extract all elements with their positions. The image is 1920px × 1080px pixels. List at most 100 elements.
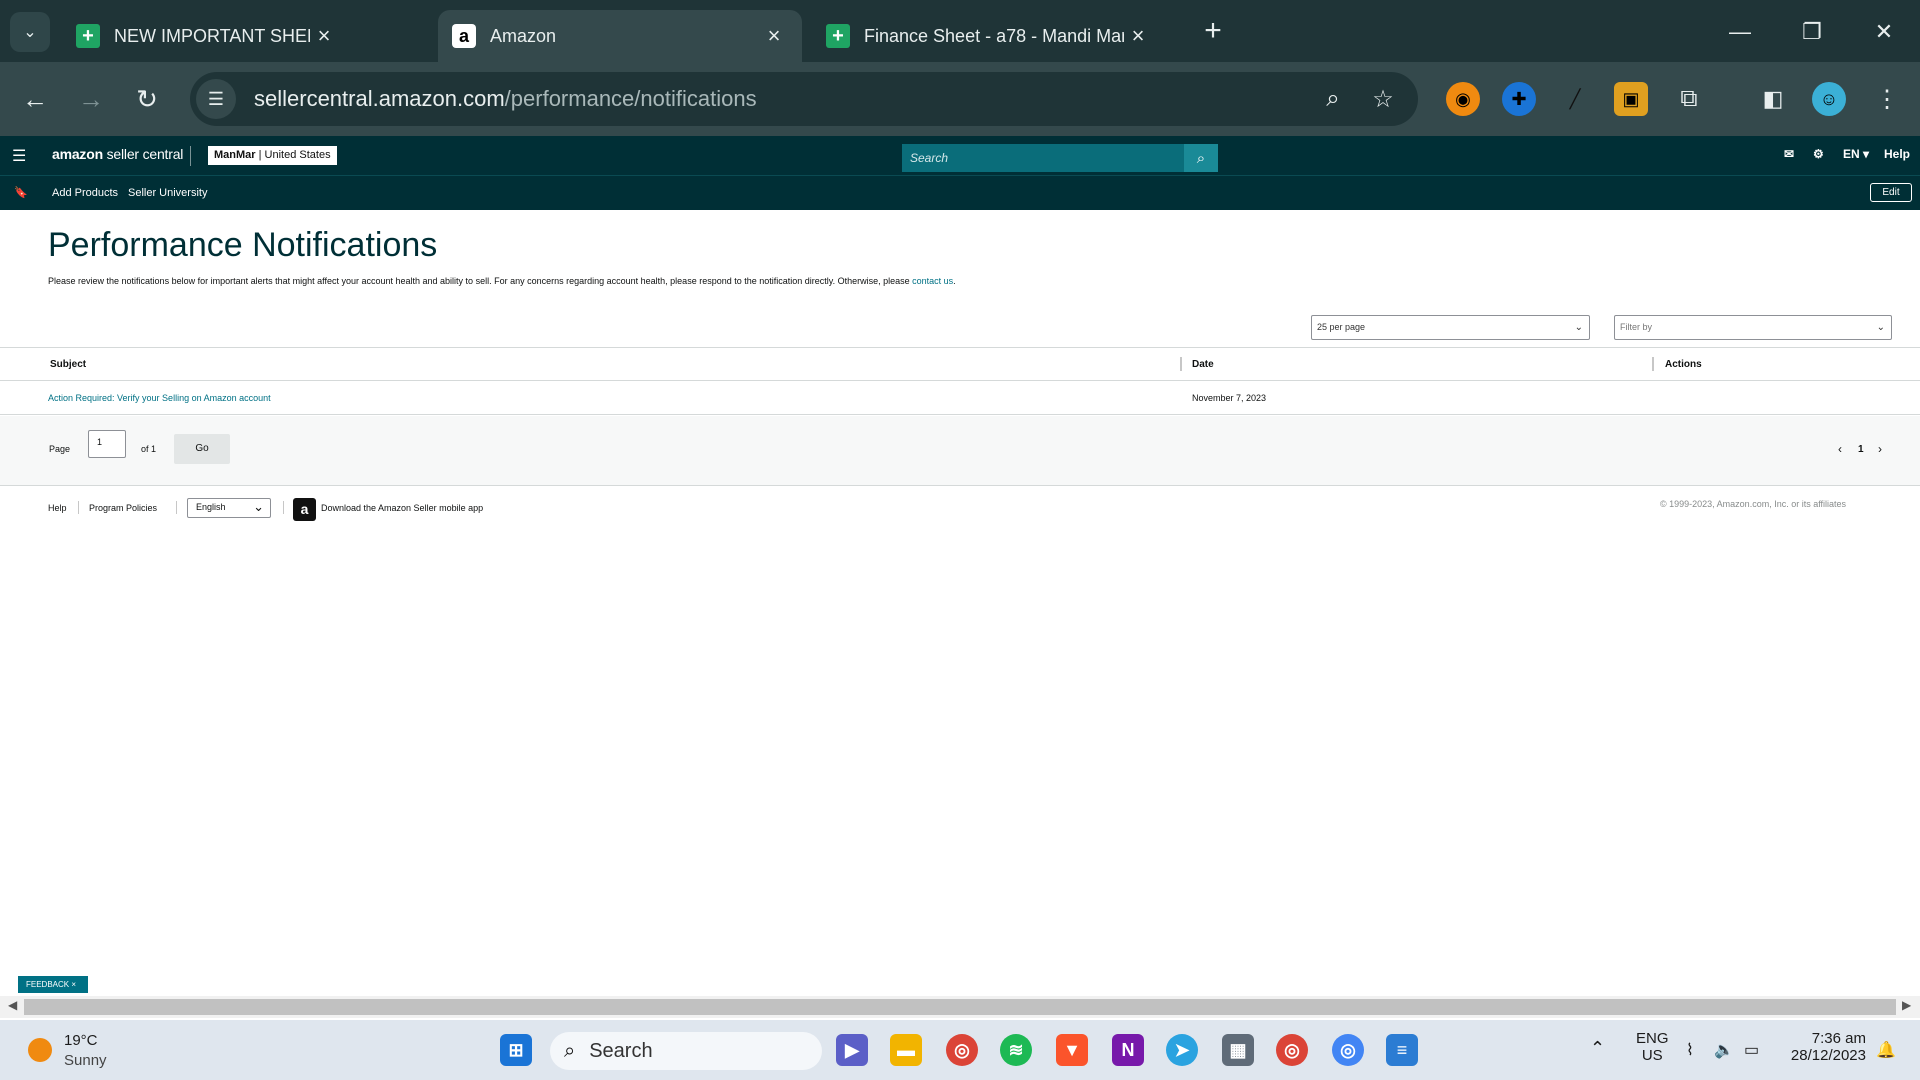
previous-page-icon[interactable]: ‹ xyxy=(1838,442,1842,456)
url-text[interactable]: sellercentral.amazon.com/performance/not… xyxy=(254,86,757,112)
notifications-bell-icon[interactable]: 🔔 xyxy=(1876,1040,1896,1060)
extensions-puzzle-icon[interactable]: ⧉ xyxy=(1672,82,1706,116)
close-window-icon[interactable]: ✕ xyxy=(1864,12,1904,52)
account-switcher[interactable]: ManMar | United States xyxy=(208,146,337,165)
battery-icon[interactable]: ▭ xyxy=(1744,1040,1759,1060)
wifi-icon[interactable]: ⌇ xyxy=(1686,1040,1694,1060)
seller-central-logo[interactable]: amazon seller central xyxy=(52,146,183,162)
chevron-down-icon: ⌄ xyxy=(1876,322,1885,333)
scroll-right-icon[interactable]: ▶ xyxy=(1902,998,1911,1012)
sun-weather-icon[interactable] xyxy=(28,1038,52,1062)
browser-menu-icon[interactable]: ⋮ xyxy=(1870,82,1904,116)
amazon-icon: a xyxy=(452,24,476,48)
browser-tab-bar: ⌄ + NEW IMPORTANT SHEETS | Cyril - × a A… xyxy=(0,0,1920,62)
table-row: Action Required: Verify your Selling on … xyxy=(0,381,1920,415)
browser-tab-sheets-2[interactable]: + Finance Sheet - a78 - Mandi Mann × xyxy=(812,10,1166,62)
horizontal-scrollbar[interactable]: ◀ ▶ xyxy=(0,996,1920,1018)
seller-search-input[interactable]: Search xyxy=(902,144,1184,172)
column-header-date[interactable]: Date xyxy=(1192,359,1214,370)
back-icon[interactable]: ← xyxy=(16,80,54,118)
teams-meet-icon[interactable]: ▶ xyxy=(836,1034,868,1066)
site-info-icon[interactable]: ☰ xyxy=(196,79,236,119)
chrome-icon[interactable]: ◎ xyxy=(946,1034,978,1066)
close-tab-icon[interactable]: × xyxy=(310,23,338,49)
notification-subject-link[interactable]: Action Required: Verify your Selling on … xyxy=(48,393,271,403)
scroll-left-icon[interactable]: ◀ xyxy=(8,998,17,1012)
page-number-input[interactable]: 1 xyxy=(88,430,126,458)
search-icon: ⌕ xyxy=(564,1039,576,1062)
notepad-icon[interactable]: ≡ xyxy=(1386,1034,1418,1066)
taskbar-search[interactable]: ⌕ Search xyxy=(550,1032,822,1070)
amazon-seller-app-icon[interactable]: a xyxy=(293,498,316,521)
volume-icon[interactable]: 🔈 xyxy=(1714,1040,1734,1060)
settings-gear-icon[interactable]: ⚙ xyxy=(1813,147,1824,161)
feedback-button[interactable]: FEEDBACK × xyxy=(18,976,88,993)
show-hidden-icons-icon[interactable]: ⌃ xyxy=(1590,1038,1605,1059)
sheets-icon: + xyxy=(76,24,100,48)
next-page-icon[interactable]: › xyxy=(1878,442,1882,456)
tab-search-chevron-icon[interactable]: ⌄ xyxy=(10,12,50,52)
chevron-down-icon: ⌄ xyxy=(1574,322,1583,333)
nav-link-add-products[interactable]: Add Products xyxy=(52,187,118,199)
extension-orange-icon[interactable]: ◉ xyxy=(1446,82,1480,116)
column-separator xyxy=(1180,357,1182,371)
go-button[interactable]: Go xyxy=(174,434,230,464)
minimize-icon[interactable]: — xyxy=(1720,12,1760,52)
scrollbar-thumb[interactable] xyxy=(24,999,1896,1015)
contact-us-link[interactable]: contact us xyxy=(912,276,953,286)
zoom-icon[interactable]: ⌕ xyxy=(1314,80,1352,118)
chrome-active-icon[interactable]: ◎ xyxy=(1332,1034,1364,1066)
brave-browser-icon[interactable]: ▼ xyxy=(1056,1034,1088,1066)
page-number-button[interactable]: 1 xyxy=(1858,444,1864,455)
per-page-select[interactable]: 25 per page ⌄ xyxy=(1311,315,1590,340)
hamburger-menu-icon[interactable]: ☰ xyxy=(12,146,26,166)
forward-icon[interactable]: → xyxy=(72,80,110,118)
chrome-profile-icon[interactable]: ◎ xyxy=(1276,1034,1308,1066)
extension-box-icon[interactable]: ▣ xyxy=(1614,82,1648,116)
chevron-down-icon: ⌄ xyxy=(253,499,264,514)
page-label: Page xyxy=(49,444,71,454)
onenote-icon[interactable]: N xyxy=(1112,1034,1144,1066)
clock[interactable]: 7:36 am 28/12/2023 xyxy=(1786,1030,1866,1064)
browser-tab-sheets-1[interactable]: + NEW IMPORTANT SHEETS | Cyril - × xyxy=(62,10,352,62)
browser-toolbar: ← → ↻ ☰ sellercentral.amazon.com/perform… xyxy=(0,62,1920,136)
windows-start-icon[interactable]: ⊞ xyxy=(500,1034,532,1066)
download-app-link[interactable]: Download the Amazon Seller mobile app xyxy=(321,503,483,513)
close-tab-icon[interactable]: × xyxy=(1124,23,1152,49)
file-explorer-icon[interactable]: ▬ xyxy=(890,1034,922,1066)
restore-icon[interactable]: ❐ xyxy=(1792,12,1832,52)
windows-taskbar: 19°C Sunny ⊞ ⌕ Search ▶ ▬ ◎ ≋ ▼ N ➤ ▦ ◎ … xyxy=(0,1020,1920,1080)
mail-icon[interactable]: ✉ xyxy=(1784,147,1794,161)
search-icon[interactable]: ⌕ xyxy=(1184,144,1218,172)
close-tab-icon[interactable]: × xyxy=(760,23,788,49)
column-header-subject[interactable]: Subject xyxy=(50,359,86,370)
profile-avatar[interactable]: ☺ xyxy=(1812,82,1846,116)
bookmark-icon[interactable]: 🔖 xyxy=(14,186,28,199)
input-language[interactable]: ENG US xyxy=(1636,1030,1669,1064)
telegram-icon[interactable]: ➤ xyxy=(1166,1034,1198,1066)
extension-pen-icon[interactable]: ╱ xyxy=(1558,82,1592,116)
column-header-actions: Actions xyxy=(1665,359,1702,370)
footer-language-select[interactable]: English ⌄ xyxy=(187,498,271,518)
footer-help-link[interactable]: Help xyxy=(48,503,67,513)
bookmark-star-icon[interactable]: ☆ xyxy=(1364,80,1402,118)
side-panel-icon[interactable]: ◧ xyxy=(1756,82,1790,116)
extension-blue-icon[interactable]: ✚ xyxy=(1502,82,1536,116)
edit-button[interactable]: Edit xyxy=(1870,183,1912,202)
tab-title: NEW IMPORTANT SHEETS | Cyril - xyxy=(114,25,310,46)
spotify-icon[interactable]: ≋ xyxy=(1000,1034,1032,1066)
filter-select[interactable]: Filter by ⌄ xyxy=(1614,315,1892,340)
tab-title: Amazon xyxy=(490,25,557,46)
footer-program-policies-link[interactable]: Program Policies xyxy=(89,503,157,513)
new-tab-icon[interactable]: + xyxy=(1196,14,1230,48)
seller-central-header: ☰ amazon seller central ManMar | United … xyxy=(0,136,1920,176)
browser-tab-amazon[interactable]: a Amazon × xyxy=(438,10,802,62)
calculator-icon[interactable]: ▦ xyxy=(1222,1034,1254,1066)
weather-temperature[interactable]: 19°C xyxy=(64,1032,98,1049)
address-bar[interactable]: ☰ sellercentral.amazon.com/performance/n… xyxy=(190,72,1418,126)
language-selector[interactable]: EN ▾ xyxy=(1843,147,1869,161)
weather-condition[interactable]: Sunny xyxy=(64,1052,107,1069)
nav-link-seller-university[interactable]: Seller University xyxy=(128,187,207,199)
help-link[interactable]: Help xyxy=(1884,147,1910,161)
reload-icon[interactable]: ↻ xyxy=(128,80,166,118)
